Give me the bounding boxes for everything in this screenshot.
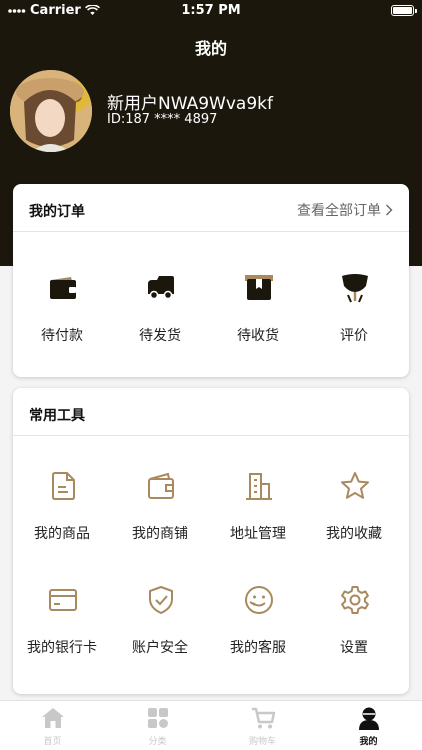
tool-label: 我的商铺 bbox=[132, 526, 188, 542]
tab-label: 分类 bbox=[148, 737, 167, 747]
tool-label: 我的客服 bbox=[230, 640, 286, 656]
document-icon bbox=[52, 472, 75, 500]
tool-address-management[interactable]: 地址管理 bbox=[210, 470, 306, 570]
order-label: 待付款 bbox=[41, 328, 83, 344]
tool-label: 我的商品 bbox=[34, 526, 90, 542]
tab-label: 购物车 bbox=[248, 737, 276, 747]
shield-icon bbox=[149, 586, 173, 614]
bank-card-icon bbox=[49, 589, 77, 611]
box-icon bbox=[245, 275, 273, 300]
tools-header: 常用工具 bbox=[13, 388, 409, 436]
order-label: 待收货 bbox=[237, 328, 279, 344]
tool-label: 账户安全 bbox=[132, 640, 188, 656]
orders-title: 我的订单 bbox=[29, 204, 85, 220]
tools-card: 常用工具 我的商品 我的商铺 地址管理 我的收藏 我的银行卡 账户安全 我的客服… bbox=[13, 388, 409, 694]
tool-bank-card[interactable]: 我的银行卡 bbox=[14, 584, 110, 684]
order-pending-receipt[interactable]: 待收货 bbox=[210, 272, 306, 372]
wallet-icon bbox=[148, 472, 174, 499]
tool-my-favorites[interactable]: 我的收藏 bbox=[306, 470, 402, 570]
status-time: 1:57 PM bbox=[181, 3, 241, 18]
wallet-icon bbox=[50, 277, 76, 299]
category-icon bbox=[148, 708, 168, 728]
tab-home[interactable]: 首页 bbox=[0, 701, 105, 750]
tool-customer-service[interactable]: 我的客服 bbox=[210, 584, 306, 684]
chevron-right-icon bbox=[386, 204, 393, 216]
order-pending-payment[interactable]: 待付款 bbox=[14, 272, 110, 372]
star-icon bbox=[341, 472, 369, 499]
tools-title: 常用工具 bbox=[29, 408, 85, 424]
cart-icon bbox=[252, 707, 276, 729]
battery-icon bbox=[391, 5, 417, 16]
tool-my-store[interactable]: 我的商铺 bbox=[112, 470, 208, 570]
tab-bar: 首页 分类 购物车 我的 bbox=[0, 700, 422, 750]
user-id: ID:187 **** 4897 bbox=[107, 112, 218, 127]
order-label: 待发货 bbox=[139, 328, 181, 344]
home-icon bbox=[42, 708, 64, 728]
tab-category[interactable]: 分类 bbox=[105, 701, 210, 750]
tool-settings[interactable]: 设置 bbox=[306, 584, 402, 684]
order-review[interactable]: 评价 bbox=[306, 272, 402, 372]
customer-service-icon bbox=[245, 586, 273, 614]
avatar[interactable] bbox=[10, 70, 92, 152]
avatar-image bbox=[10, 70, 92, 152]
tool-account-security[interactable]: 账户安全 bbox=[112, 584, 208, 684]
tab-label: 首页 bbox=[43, 737, 62, 747]
tab-profile[interactable]: 我的 bbox=[316, 701, 421, 750]
page-title: 我的 bbox=[194, 39, 227, 58]
order-label: 评价 bbox=[340, 328, 368, 344]
truck-icon bbox=[148, 276, 174, 300]
profile-icon bbox=[359, 707, 379, 730]
gear-icon bbox=[341, 586, 369, 614]
tab-cart[interactable]: 购物车 bbox=[210, 701, 315, 750]
status-bar: Carrier 1:57 PM bbox=[0, 0, 422, 22]
tool-label: 设置 bbox=[340, 640, 368, 656]
orders-header: 我的订单 查看全部订单 bbox=[13, 184, 409, 232]
view-all-orders-label: 查看全部订单 bbox=[297, 203, 381, 219]
tool-label: 我的银行卡 bbox=[27, 640, 97, 656]
tool-label: 我的收藏 bbox=[326, 526, 382, 542]
tab-label: 我的 bbox=[359, 737, 378, 747]
username: 新用户NWA9Wva9kf bbox=[107, 94, 273, 114]
orders-card: 我的订单 查看全部订单 待付款 待发货 待收货 评价 bbox=[13, 184, 409, 377]
view-all-orders-link[interactable]: 查看全部订单 bbox=[297, 200, 393, 220]
tool-label: 地址管理 bbox=[230, 526, 286, 542]
order-pending-shipment[interactable]: 待发货 bbox=[112, 272, 208, 372]
review-icon bbox=[342, 274, 368, 303]
tool-my-products[interactable]: 我的商品 bbox=[14, 470, 110, 570]
building-icon bbox=[246, 473, 272, 500]
